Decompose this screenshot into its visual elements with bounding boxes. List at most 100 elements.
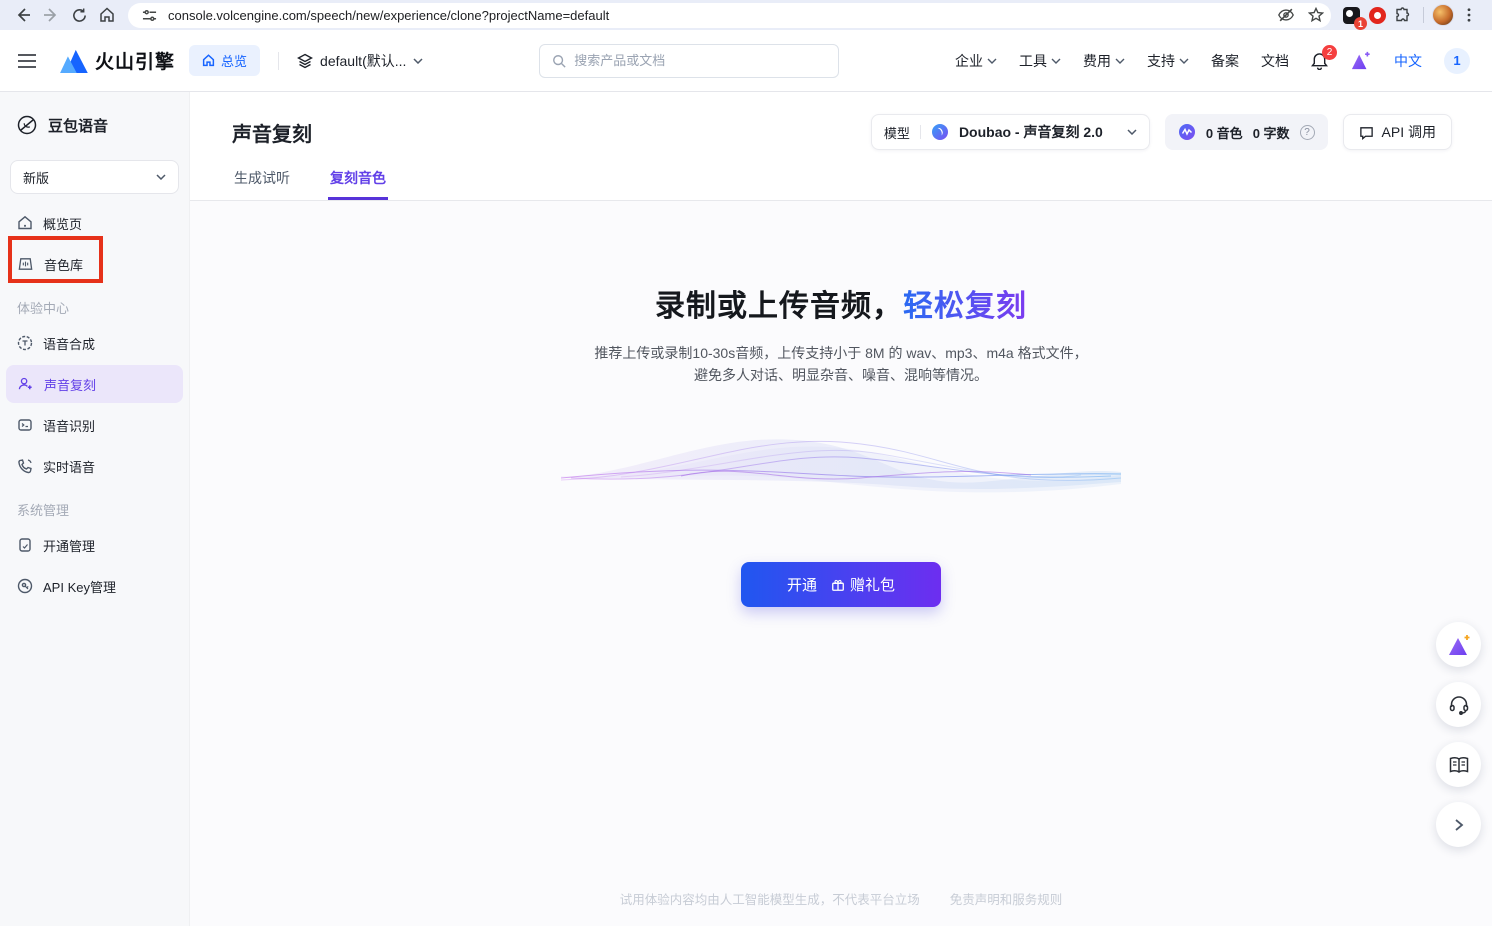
quota-icon [1178, 123, 1196, 141]
volcengine-mountain-icon [58, 49, 88, 73]
hero-heading: 录制或上传音频，轻松复刻 [655, 281, 1027, 325]
browser-home-icon[interactable] [94, 2, 120, 28]
browser-reload-icon[interactable] [66, 2, 92, 28]
footer-disclaimer: 试用体验内容均由人工智能模型生成，不代表平台立场 [620, 889, 920, 908]
sidebar-item-tts[interactable]: 语音合成 [6, 324, 183, 362]
gift-label: 赠礼包 [850, 574, 895, 595]
sidebar-item-realtime[interactable]: 实时语音 [6, 447, 183, 485]
home-icon [17, 215, 33, 231]
quota-stats: 0 音色 0 字数 ? [1165, 114, 1328, 150]
waveform-graphic [561, 420, 1121, 520]
sidebar-item-asr[interactable]: 语音识别 [6, 406, 183, 444]
privacy-eye-off-icon[interactable] [1275, 4, 1297, 26]
header-nav: 企业 工具 费用 支持 备案 文档 2 中文 1 [955, 48, 1470, 74]
api-chat-icon [1359, 125, 1374, 140]
speech-recognition-icon [17, 417, 33, 433]
home-icon [202, 54, 215, 67]
notification-bell-icon[interactable]: 2 [1311, 52, 1328, 70]
project-selector[interactable]: default(默认... [297, 51, 423, 71]
search-input[interactable] [574, 53, 826, 68]
browser-forward-icon[interactable] [38, 2, 64, 28]
doubao-voice-icon [16, 114, 38, 136]
main-panel: 声音复刻 模型 Doubao - 声音复刻 2.0 0 音色 0 字数 ? [190, 92, 1492, 926]
sidebar-item-api-key[interactable]: API Key管理 [6, 567, 183, 605]
hero-description: 推荐上传或录制10-30s音频，上传支持小于 8M 的 wav、mp3、m4a … [594, 343, 1087, 386]
headset-icon [1448, 694, 1470, 716]
chevron-down-icon [1179, 58, 1189, 64]
tab-bar: 生成试听 复刻音色 [190, 150, 1492, 201]
overview-button[interactable]: 总览 [189, 45, 260, 76]
sidebar-product-title[interactable]: 豆包语音 [0, 100, 189, 146]
browser-back-icon[interactable] [10, 2, 36, 28]
api-call-button[interactable]: API 调用 [1343, 114, 1452, 150]
gift-icon [831, 578, 845, 592]
sidebar-section-system: 系统管理 [0, 488, 189, 523]
overview-label: 总览 [221, 51, 247, 70]
extensions-puzzle-icon[interactable] [1391, 3, 1415, 27]
sidebar-item-overview[interactable]: 概览页 [6, 204, 183, 242]
user-avatar[interactable]: 1 [1444, 48, 1470, 74]
model-label: 模型 [884, 123, 910, 142]
ai-mountain-icon [1447, 634, 1471, 656]
global-search[interactable] [539, 44, 839, 78]
tab-clone-voice[interactable]: 复刻音色 [328, 168, 388, 200]
search-icon [552, 54, 566, 68]
help-icon[interactable]: ? [1300, 125, 1315, 140]
browser-divider [1423, 7, 1424, 23]
model-value: Doubao - 声音复刻 2.0 [959, 122, 1103, 142]
sidebar-item-voice-library[interactable]: 音色库 [6, 245, 183, 283]
ai-assistant-icon[interactable] [1350, 51, 1372, 71]
version-selector[interactable]: 新版 [10, 160, 179, 194]
floating-buttons [1436, 622, 1481, 847]
ai-helper-button[interactable] [1436, 622, 1481, 667]
customer-service-button[interactable] [1436, 682, 1481, 727]
nav-billing[interactable]: 费用 [1083, 51, 1125, 71]
extension-chat-icon[interactable]: 1 [1339, 3, 1363, 27]
key-icon [17, 578, 33, 594]
voice-clone-icon [17, 376, 34, 392]
hero-description-line2: 避免多人对话、明显杂音、噪音、混响等情况。 [594, 365, 1087, 387]
document-icon [17, 537, 33, 553]
browser-menu-dots-icon[interactable] [1456, 2, 1482, 28]
page-title: 声音复刻 [232, 114, 312, 147]
docs-button[interactable] [1436, 742, 1481, 787]
hamburger-menu-icon[interactable] [10, 44, 44, 78]
address-bar[interactable]: console.volcengine.com/speech/new/experi… [128, 3, 1331, 28]
collapse-button[interactable] [1436, 802, 1481, 847]
model-selector[interactable]: 模型 Doubao - 声音复刻 2.0 [871, 114, 1150, 150]
nav-docs[interactable]: 文档 [1261, 51, 1289, 71]
project-name: default(默认... [320, 51, 406, 71]
language-switch[interactable]: 中文 [1394, 51, 1422, 71]
browser-toolbar: console.volcengine.com/speech/new/experi… [0, 0, 1492, 30]
extension-adblock-icon[interactable] [1365, 3, 1389, 27]
tab-generate-preview[interactable]: 生成试听 [232, 168, 292, 200]
clone-content: 录制或上传音频，轻松复刻 推荐上传或录制10-30s音频，上传支持小于 8M 的… [190, 201, 1492, 926]
voice-card-icon [17, 256, 34, 272]
browser-profile-avatar[interactable] [1432, 4, 1454, 26]
nav-tools[interactable]: 工具 [1019, 51, 1061, 71]
nav-support[interactable]: 支持 [1147, 51, 1189, 71]
chevron-down-icon [156, 174, 166, 180]
nav-enterprise[interactable]: 企业 [955, 51, 997, 71]
layers-icon [297, 53, 313, 69]
voice-count: 0 音色 [1206, 123, 1243, 142]
char-count: 0 字数 [1253, 123, 1290, 142]
footer: 试用体验内容均由人工智能模型生成，不代表平台立场 免责声明和服务规则 [190, 889, 1492, 908]
nav-icp[interactable]: 备案 [1211, 51, 1239, 71]
activate-label: 开通 [787, 574, 817, 595]
header-divider [278, 52, 279, 70]
volcengine-logo[interactable]: 火山引擎 [58, 47, 175, 74]
console-header: 火山引擎 总览 default(默认... 企业 工具 费用 支持 备案 文档 … [0, 30, 1492, 92]
open-book-icon [1448, 755, 1470, 775]
chevron-down-icon [413, 58, 423, 64]
sidebar-item-voice-clone[interactable]: 声音复刻 [6, 365, 183, 403]
doubao-model-icon [931, 123, 949, 141]
footer-terms-link[interactable]: 免责声明和服务规则 [950, 889, 1063, 908]
chevron-down-icon [1127, 129, 1137, 135]
logo-text: 火山引擎 [95, 47, 175, 74]
site-info-icon[interactable] [138, 4, 160, 26]
activate-button[interactable]: 开通 赠礼包 [741, 562, 941, 607]
sidebar-section-experience: 体验中心 [0, 286, 189, 321]
sidebar-item-activation[interactable]: 开通管理 [6, 526, 183, 564]
bookmark-star-icon[interactable] [1305, 4, 1327, 26]
